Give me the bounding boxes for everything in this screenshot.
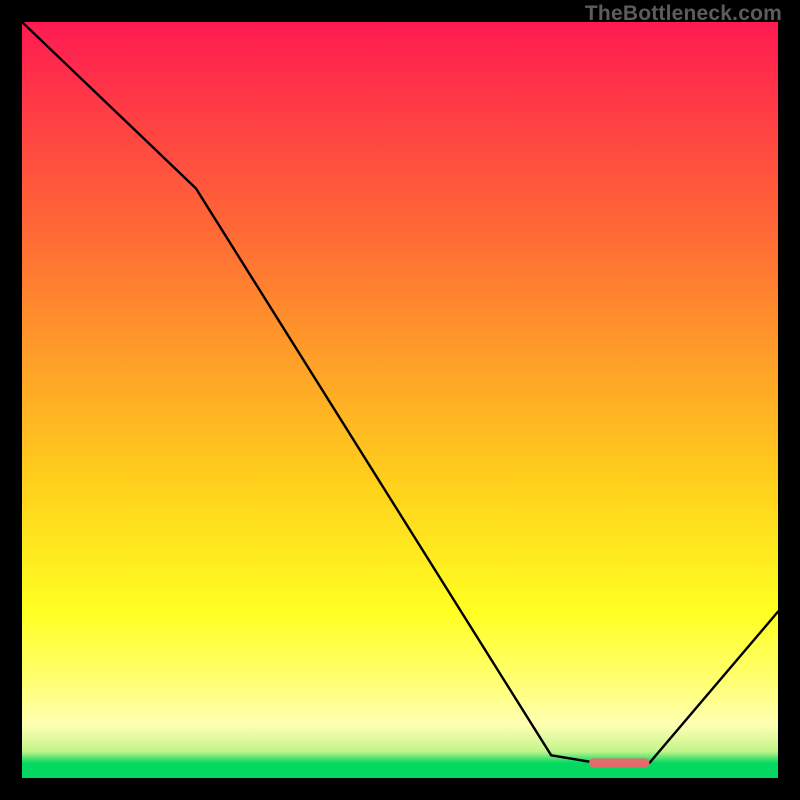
chart-stage: TheBottleneck.com: [0, 0, 800, 800]
optimal-marker: [589, 758, 649, 767]
bottleneck-curve: [22, 22, 778, 763]
chart-svg: [22, 22, 778, 778]
watermark-text: TheBottleneck.com: [585, 2, 782, 26]
plot-area: [22, 22, 778, 778]
